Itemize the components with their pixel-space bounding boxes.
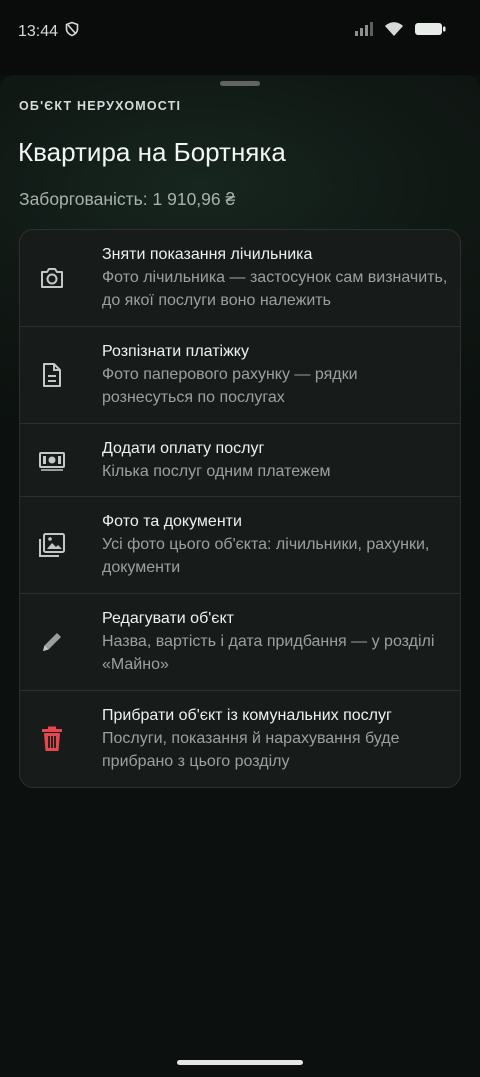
- actions-card: Зняти показання лічильника Фото лічильни…: [19, 229, 461, 788]
- photo-library-icon: [38, 531, 66, 559]
- document-icon: [38, 361, 66, 389]
- debt-amount: Заборгованість: 1 910,96 ₴: [19, 189, 236, 209]
- action-subtitle: Усі фото цього об'єкта: лічильники, раху…: [102, 536, 430, 576]
- camera-icon: [38, 264, 66, 292]
- action-subtitle: Назва, вартість і дата придбання — у роз…: [102, 633, 435, 673]
- action-subtitle: Фото паперового рахунку — рядки рознесут…: [102, 366, 358, 406]
- signal-icon: [354, 21, 374, 42]
- eyebrow-label: ОБ'ЄКТ НЕРУХОМОСТІ: [19, 99, 182, 113]
- pencil-icon: [38, 628, 66, 656]
- action-take-meter-reading[interactable]: Зняти показання лічильника Фото лічильни…: [20, 230, 460, 327]
- status-time: 13:44: [18, 22, 59, 40]
- battery-icon: [414, 21, 446, 42]
- action-title: Фото та документи: [102, 513, 242, 530]
- wifi-icon: [384, 21, 404, 42]
- action-title: Додати оплату послуг: [102, 440, 265, 457]
- shield-icon: [64, 21, 80, 42]
- status-bar: 13:44: [0, 0, 480, 75]
- action-recognize-bill[interactable]: Розпізнати платіжку Фото паперового раху…: [20, 327, 460, 424]
- action-subtitle: Фото лічильника — застосунок сам визначи…: [102, 269, 448, 309]
- action-title: Прибрати об'єкт із комунальних послуг: [102, 707, 392, 724]
- action-title: Зняти показання лічильника: [102, 246, 313, 263]
- bottom-sheet: ОБ'ЄКТ НЕРУХОМОСТІ Квартира на Бортняка …: [0, 75, 480, 1077]
- action-subtitle: Послуги, показання й нарахування буде пр…: [102, 730, 400, 770]
- action-title: Розпізнати платіжку: [102, 343, 249, 360]
- action-title: Редагувати об'єкт: [102, 610, 234, 627]
- action-add-payment[interactable]: Додати оплату послуг Кілька послуг одним…: [20, 424, 460, 497]
- action-subtitle: Кілька послуг одним платежем: [102, 463, 331, 480]
- action-edit-property[interactable]: Редагувати об'єкт Назва, вартість і дата…: [20, 594, 460, 691]
- trash-icon: [38, 725, 66, 753]
- action-photos-documents[interactable]: Фото та документи Усі фото цього об'єкта…: [20, 497, 460, 594]
- property-title: Квартира на Бортняка: [18, 137, 286, 167]
- gesture-nav-bar[interactable]: [177, 1060, 303, 1065]
- action-remove-from-utilities[interactable]: Прибрати об'єкт із комунальних послуг По…: [20, 691, 460, 787]
- cash-icon: [38, 446, 66, 474]
- drag-handle[interactable]: [220, 81, 260, 86]
